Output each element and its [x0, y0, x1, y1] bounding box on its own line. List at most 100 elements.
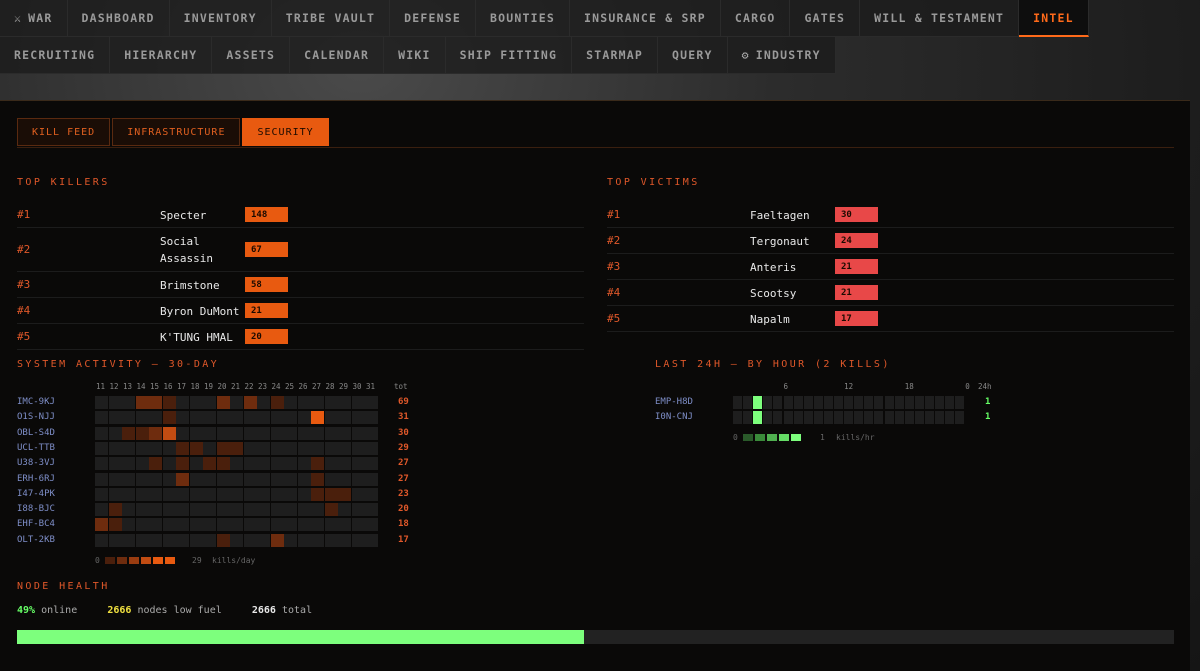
heatmap-cell[interactable] — [149, 487, 162, 501]
heatmap-cell[interactable] — [203, 533, 216, 547]
heatmap-cell[interactable] — [108, 411, 122, 425]
heatmap-cell[interactable] — [270, 503, 284, 517]
heatmap-cell[interactable] — [122, 426, 135, 440]
heatmap-cell[interactable] — [95, 533, 108, 547]
hour-cell[interactable] — [823, 411, 833, 425]
heatmap-cell[interactable] — [324, 518, 338, 532]
heatmap-cell[interactable] — [365, 533, 378, 547]
heatmap-cell[interactable] — [162, 487, 176, 501]
hour-cell[interactable] — [783, 411, 793, 425]
hour-cell[interactable] — [793, 396, 803, 409]
hour-cell[interactable] — [854, 411, 864, 425]
system-name[interactable]: EMP-H8D — [655, 397, 693, 407]
hour-cell[interactable] — [803, 396, 813, 409]
heatmap-cell[interactable] — [149, 426, 162, 440]
heatmap-cell[interactable] — [122, 533, 135, 547]
heatmap-cell[interactable] — [230, 487, 243, 501]
heatmap-cell[interactable] — [284, 487, 297, 501]
heatmap-cell[interactable] — [122, 441, 135, 455]
heatmap-cell[interactable] — [203, 487, 216, 501]
heatmap-cell[interactable] — [216, 487, 230, 501]
heatmap-cell[interactable] — [365, 518, 378, 532]
heatmap-cell[interactable] — [270, 472, 284, 486]
heatmap-cell[interactable] — [270, 396, 284, 409]
heatmap-cell[interactable] — [270, 518, 284, 532]
nav-tab-cargo[interactable]: CARGO — [720, 0, 791, 37]
nav-tab-assets[interactable]: ASSETS — [212, 37, 291, 74]
heatmap-cell[interactable] — [176, 457, 189, 471]
heatmap-cell[interactable] — [284, 503, 297, 517]
hour-cell[interactable] — [733, 396, 742, 409]
heatmap-cell[interactable] — [230, 441, 243, 455]
heatmap-cell[interactable] — [365, 441, 378, 455]
heatmap-cell[interactable] — [95, 518, 108, 532]
heatmap-cell[interactable] — [135, 426, 149, 440]
hour-cell[interactable] — [894, 411, 904, 425]
heatmap-cell[interactable] — [135, 472, 149, 486]
nav-tab-inventory[interactable]: INVENTORY — [169, 0, 272, 37]
heatmap-cell[interactable] — [324, 533, 338, 547]
heatmap-cell[interactable] — [284, 411, 297, 425]
heatmap-cell[interactable] — [270, 487, 284, 501]
heatmap-cell[interactable] — [203, 518, 216, 532]
heatmap-cell[interactable] — [230, 396, 243, 409]
heatmap-cell[interactable] — [297, 503, 311, 517]
heatmap-cell[interactable] — [351, 457, 365, 471]
heatmap-cell[interactable] — [122, 457, 135, 471]
heatmap-cell[interactable] — [351, 472, 365, 486]
heatmap-cell[interactable] — [351, 426, 365, 440]
heatmap-cell[interactable] — [243, 441, 257, 455]
heatmap-cell[interactable] — [297, 441, 311, 455]
heatmap-cell[interactable] — [284, 518, 297, 532]
heatmap-cell[interactable] — [176, 533, 189, 547]
heatmap-cell[interactable] — [162, 411, 176, 425]
heatmap-cell[interactable] — [311, 503, 324, 517]
heatmap-cell[interactable] — [338, 396, 351, 409]
heatmap-cell[interactable] — [176, 396, 189, 409]
heatmap-cell[interactable] — [297, 472, 311, 486]
heatmap-cell[interactable] — [311, 411, 324, 425]
heatmap-cell[interactable] — [230, 426, 243, 440]
system-name[interactable]: U38-3VJ — [17, 458, 55, 468]
hour-cell[interactable] — [834, 396, 843, 409]
heatmap-cell[interactable] — [95, 396, 108, 409]
hour-cell[interactable] — [753, 411, 763, 425]
heatmap-cell[interactable] — [311, 518, 324, 532]
heatmap-cell[interactable] — [162, 457, 176, 471]
heatmap-cell[interactable] — [216, 457, 230, 471]
hour-cell[interactable] — [763, 396, 773, 409]
heatmap-cell[interactable] — [297, 533, 311, 547]
heatmap-cell[interactable] — [311, 472, 324, 486]
heatmap-cell[interactable] — [324, 457, 338, 471]
hour-cell[interactable] — [955, 396, 965, 409]
heatmap-cell[interactable] — [324, 441, 338, 455]
heatmap-cell[interactable] — [176, 411, 189, 425]
heatmap-cell[interactable] — [365, 411, 378, 425]
system-name[interactable]: ERH-6RJ — [17, 474, 55, 484]
heatmap-cell[interactable] — [122, 411, 135, 425]
heatmap-cell[interactable] — [297, 411, 311, 425]
system-name[interactable]: EHF-BC4 — [17, 519, 55, 529]
heatmap-cell[interactable] — [176, 441, 189, 455]
heatmap-cell[interactable] — [135, 487, 149, 501]
heatmap-cell[interactable] — [311, 487, 324, 501]
subtab-security[interactable]: SECURITY — [242, 118, 329, 146]
hour-cell[interactable] — [753, 396, 763, 409]
player-name[interactable]: Faeltagen — [750, 207, 830, 224]
heatmap-cell[interactable] — [135, 518, 149, 532]
system-name[interactable]: OBL-S4D — [17, 428, 55, 438]
heatmap-cell[interactable] — [338, 457, 351, 471]
heatmap-cell[interactable] — [324, 426, 338, 440]
heatmap-cell[interactable] — [230, 518, 243, 532]
heatmap-cell[interactable] — [162, 472, 176, 486]
heatmap-cell[interactable] — [324, 396, 338, 409]
heatmap-cell[interactable] — [122, 487, 135, 501]
nav-tab-industry[interactable]: ⚙ INDUSTRY — [727, 37, 836, 74]
heatmap-cell[interactable] — [95, 441, 108, 455]
heatmap-cell[interactable] — [297, 426, 311, 440]
hour-cell[interactable] — [813, 411, 823, 425]
heatmap-cell[interactable] — [284, 472, 297, 486]
nav-tab-ship-fitting[interactable]: SHIP FITTING — [445, 37, 573, 74]
heatmap-cell[interactable] — [257, 426, 270, 440]
heatmap-cell[interactable] — [297, 487, 311, 501]
